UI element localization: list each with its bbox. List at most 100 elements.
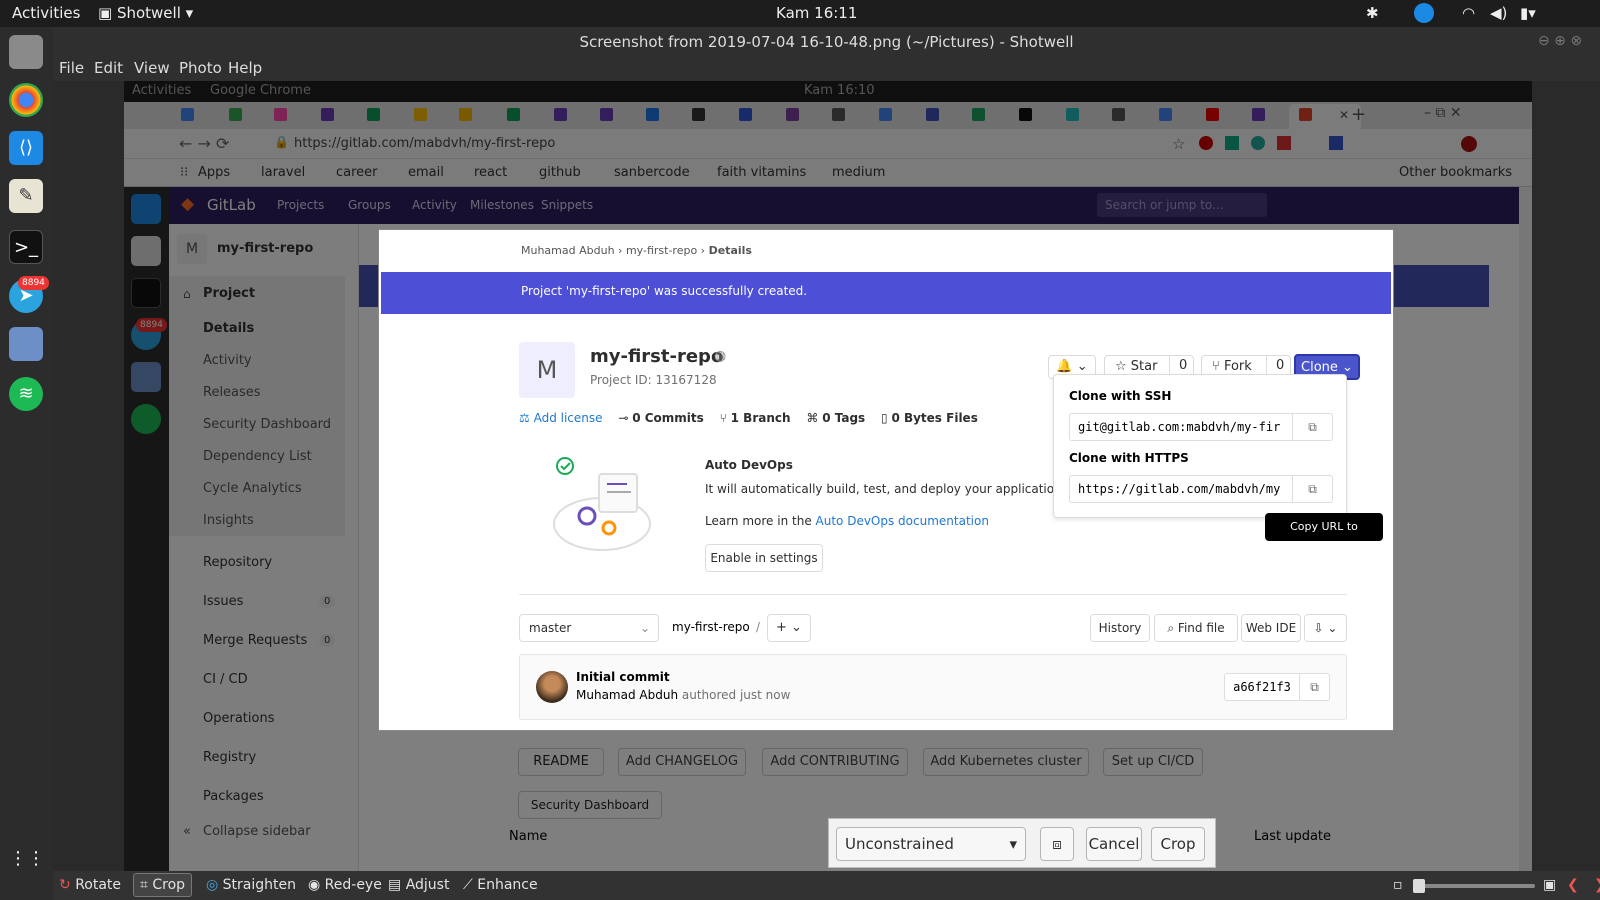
- zoom-out-icon[interactable]: ▫: [1393, 877, 1403, 893]
- chrome-indicator-icon[interactable]: [1414, 3, 1434, 23]
- security-dashboard-button: Security Dashboard: [518, 791, 662, 819]
- chrome-icon[interactable]: [9, 83, 43, 117]
- star-icon: ☆: [1115, 359, 1131, 374]
- clock[interactable]: Kam 16:11: [776, 4, 857, 22]
- divider: [519, 594, 1347, 595]
- project-id: Project ID: 13167128: [590, 373, 717, 387]
- window-title: Screenshot from 2019-07-04 16-10-48.png …: [53, 27, 1600, 57]
- previous-photo-icon[interactable]: ❮: [1567, 877, 1579, 893]
- ubuntu-dock: ⟨⟩ ✎ >_ ➤ 8894 ≋ ⋮⋮: [0, 27, 53, 900]
- devops-learn: Learn more in the Auto DevOps documentat…: [705, 514, 989, 528]
- breadcrumb: Muhamad Abduh › my-first-repo › Details: [521, 244, 752, 257]
- text-editor-icon[interactable]: ✎: [9, 179, 43, 213]
- breadcrumb-repo: my-first-repo: [625, 244, 698, 257]
- bluetooth-icon[interactable]: ✱: [1366, 4, 1379, 22]
- rotate-icon: ↻: [59, 877, 76, 893]
- commit-author[interactable]: Muhamad Abduh: [576, 688, 678, 702]
- wifi-icon[interactable]: ◠: [1462, 4, 1475, 22]
- branch-count[interactable]: 1 Branch: [731, 411, 791, 425]
- eye-icon: ◉: [308, 877, 325, 893]
- devops-doc-link[interactable]: Auto DevOps documentation: [816, 514, 989, 528]
- devops-illustration: [547, 452, 657, 552]
- swap-orientation-icon[interactable]: ⧈: [1040, 827, 1074, 861]
- branch-select[interactable]: master ⌄: [519, 614, 659, 642]
- rotate-button[interactable]: ↻ Rotate: [59, 877, 121, 893]
- project-stats: ⚖ Add license ⊸ 0 Commits ⑂ 1 Branch ⌘ 0…: [519, 411, 978, 425]
- fork-icon: ⑂: [1212, 359, 1224, 374]
- clone-ssh-input[interactable]: git@gitlab.com:mabdvh/my-fir: [1069, 413, 1293, 441]
- web-ide-button[interactable]: Web IDE: [1241, 614, 1301, 642]
- flash-notice: Project 'my-first-repo' was successfully…: [381, 272, 1391, 314]
- telegram-badge: 8894: [18, 276, 49, 290]
- menu-view[interactable]: View: [134, 59, 170, 77]
- volume-icon[interactable]: ◀): [1490, 4, 1507, 22]
- project-title: my-first-repo: [590, 346, 724, 367]
- shotwell-icon[interactable]: [9, 327, 43, 361]
- show-apps-icon[interactable]: ⋮⋮: [9, 842, 45, 876]
- crop-toolbar: Unconstrained ▾ ⧈ Cancel Crop: [828, 818, 1216, 868]
- menu-photo[interactable]: Photo: [179, 59, 222, 77]
- add-file-dropdown[interactable]: + ⌄: [767, 614, 811, 642]
- readme-button: README: [518, 748, 604, 776]
- search-icon: ⌕: [1167, 621, 1178, 635]
- enhance-button[interactable]: ⟋ Enhance: [463, 877, 538, 893]
- clone-https-title: Clone with HTTPS: [1069, 451, 1189, 465]
- activities-button[interactable]: Activities: [12, 4, 80, 22]
- zoom-slider-handle[interactable]: [1413, 879, 1425, 893]
- copy-sha-icon[interactable]: ⧉: [1299, 673, 1330, 701]
- redeye-button[interactable]: ◉ Red-eye: [308, 877, 382, 893]
- zoom-slider[interactable]: [1413, 879, 1535, 893]
- avatar: [536, 671, 568, 703]
- license-icon: ⚖: [519, 411, 534, 425]
- project-avatar: M: [519, 342, 575, 398]
- menu-file[interactable]: File: [59, 59, 84, 77]
- copy-https-icon[interactable]: ⧉: [1292, 475, 1333, 503]
- commit-sha[interactable]: a66f21f3: [1224, 673, 1300, 701]
- tags-count[interactable]: 0 Tags: [822, 411, 865, 425]
- next-photo-icon[interactable]: ❯: [1594, 877, 1600, 893]
- branch-icon: ⑂: [719, 411, 731, 425]
- dropdown-arrow-icon: ▾: [1009, 835, 1017, 853]
- add-kubernetes-button: Add Kubernetes cluster: [923, 748, 1089, 776]
- commit-title[interactable]: Initial commit: [576, 670, 670, 684]
- crop-region[interactable]: Muhamad Abduh › my-first-repo › Details …: [378, 229, 1394, 731]
- find-file-button[interactable]: ⌕ Find file: [1154, 614, 1238, 642]
- files-icon[interactable]: [9, 35, 43, 69]
- crop-dim-top: [124, 81, 1532, 229]
- spotify-icon[interactable]: ≋: [9, 377, 43, 411]
- add-changelog-button: Add CHANGELOG: [618, 748, 746, 776]
- cancel-button[interactable]: Cancel: [1086, 827, 1142, 861]
- straighten-button[interactable]: ◎ Straighten: [206, 877, 296, 893]
- crop-apply-button[interactable]: Crop: [1151, 827, 1205, 861]
- path-separator: /: [756, 620, 761, 634]
- crop-tool-button[interactable]: ⌗ Crop: [133, 873, 193, 897]
- repo-path[interactable]: my-first-repo: [672, 620, 750, 634]
- setup-cicd-button: Set up CI/CD: [1103, 748, 1203, 776]
- adjust-button[interactable]: ▤ Adjust: [388, 877, 449, 893]
- files-size[interactable]: 0 Bytes Files: [891, 411, 977, 425]
- commits-count[interactable]: 0 Commits: [632, 411, 704, 425]
- menu-edit[interactable]: Edit: [94, 59, 123, 77]
- menu-help[interactable]: Help: [228, 59, 262, 77]
- menu-bar: File Edit View Photo Help: [53, 57, 1600, 81]
- commit-icon: ⊸: [618, 411, 633, 425]
- clone-https-input[interactable]: https://gitlab.com/mabdvh/my: [1069, 475, 1293, 503]
- battery-icon[interactable]: ▮▾: [1520, 4, 1536, 22]
- crop-dim-right: [1394, 229, 1532, 731]
- aspect-ratio-select[interactable]: Unconstrained ▾: [836, 827, 1026, 861]
- system-top-bar: Activities ▣ Shotwell ▾ Kam 16:11 ✱ ◠ ◀)…: [0, 0, 1600, 27]
- history-button[interactable]: History: [1090, 614, 1150, 642]
- zoom-in-icon[interactable]: ▣: [1543, 877, 1556, 893]
- file-icon: ▯: [881, 411, 892, 425]
- devops-title: Auto DevOps: [705, 458, 793, 472]
- app-menu[interactable]: ▣ Shotwell ▾: [98, 4, 193, 22]
- window-controls[interactable]: ⊖ ⊕ ⊗: [1538, 33, 1600, 51]
- vscode-icon[interactable]: ⟨⟩: [9, 131, 43, 165]
- enable-settings-button[interactable]: Enable in settings: [705, 544, 823, 572]
- download-dropdown[interactable]: ⇩ ⌄: [1304, 614, 1347, 642]
- edit-toolbar: ↻ Rotate ⌗ Crop ◎ Straighten ◉ Red-eye ▤…: [53, 871, 1600, 900]
- copy-ssh-icon[interactable]: ⧉: [1292, 413, 1333, 441]
- bottom-action-buttons: README Add CHANGELOG Add CONTRIBUTING Ad…: [518, 748, 1203, 778]
- terminal-icon[interactable]: >_: [9, 230, 43, 264]
- add-license-link[interactable]: Add license: [534, 411, 603, 425]
